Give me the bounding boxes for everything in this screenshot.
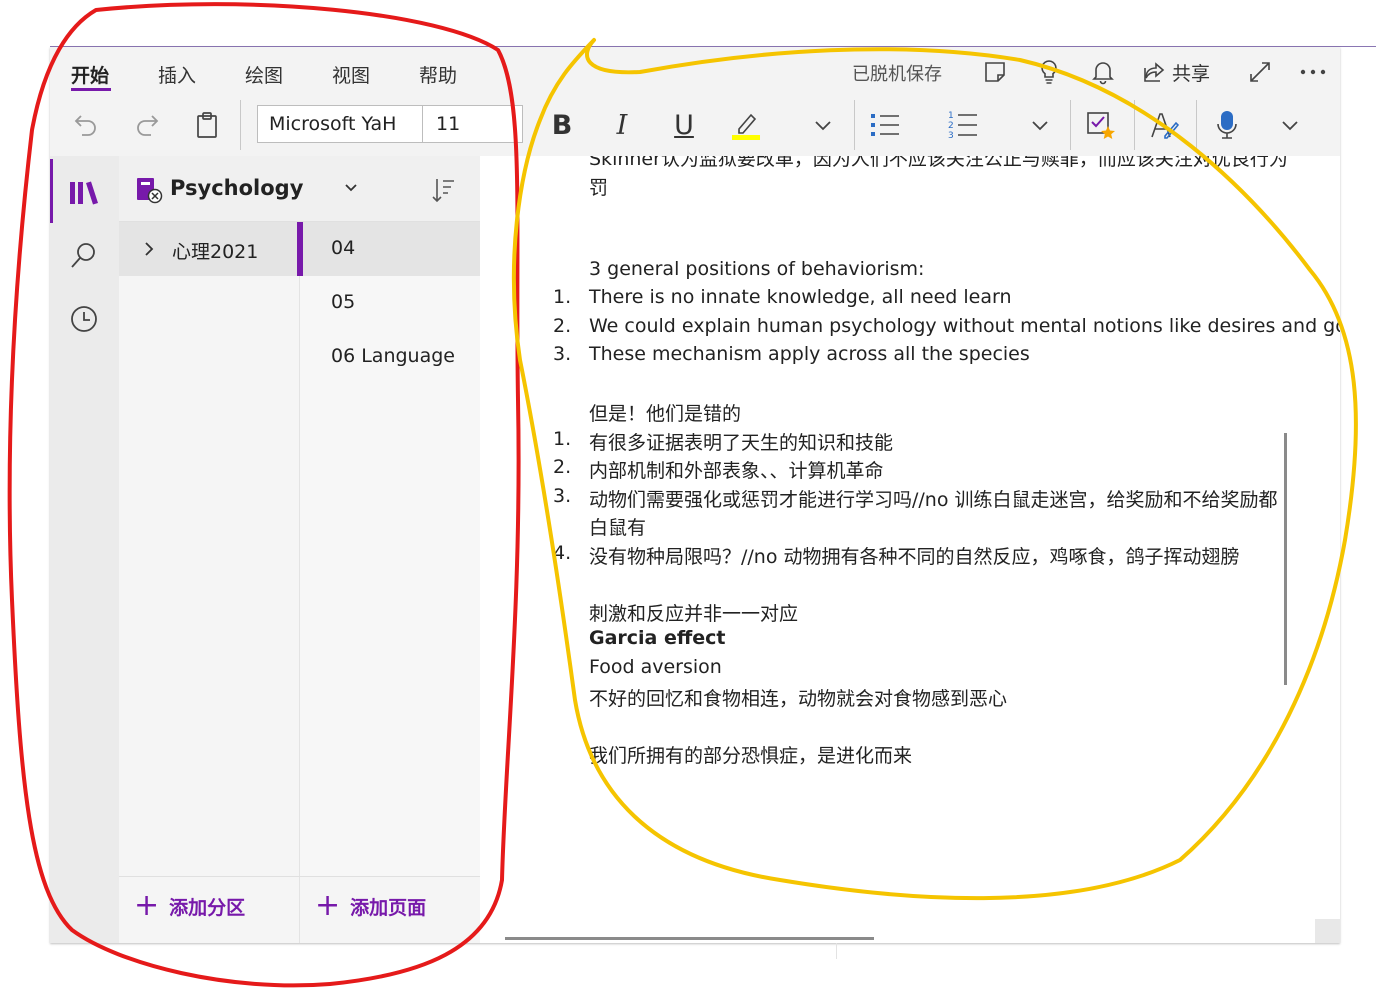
nav-rail	[50, 156, 119, 943]
chevron-down-icon[interactable]	[810, 113, 836, 139]
page-label: 04	[331, 237, 356, 259]
add-section-button[interactable]: + 添加分区	[134, 891, 245, 921]
section-item[interactable]: 心理2021	[119, 222, 300, 276]
undo-icon[interactable]	[70, 109, 102, 141]
page-label: 06 Language	[331, 345, 455, 367]
expand-icon[interactable]	[1245, 57, 1275, 87]
note-line[interactable]: 3 general positions of behaviorism:	[589, 258, 924, 280]
chevron-down-icon[interactable]	[1027, 113, 1053, 139]
add-section-label: 添加分区	[169, 896, 246, 919]
list-item[interactable]: 内部机制和外部表象、、计算机革命	[589, 456, 884, 483]
section-label: 心理2021	[172, 241, 259, 263]
chevron-down-icon[interactable]	[343, 180, 359, 196]
toolbar-separator	[1134, 100, 1135, 150]
notebook-icon	[135, 176, 163, 204]
svg-text:1: 1	[948, 111, 954, 121]
sticky-notes-icon[interactable]	[980, 57, 1010, 87]
divider	[299, 877, 300, 943]
font-name-field[interactable]: Microsoft YaH	[257, 105, 423, 143]
styles-icon[interactable]	[1147, 107, 1181, 143]
add-page-label: 添加页面	[350, 896, 427, 919]
list-item[interactable]: 没有物种局限吗？//no 动物拥有各种不同的自然反应，鸡啄食，鸽子挥动翅膀	[589, 542, 1240, 569]
svg-text:3: 3	[948, 131, 954, 140]
list-number: 2.	[553, 315, 572, 337]
list-number: 4.	[553, 542, 572, 564]
toolbar-separator	[854, 100, 855, 150]
add-page-button[interactable]: + 添加页面	[315, 891, 426, 921]
underline-button[interactable]: U	[669, 107, 699, 143]
paste-icon[interactable]	[191, 108, 223, 142]
list-item[interactable]: 有很多证据表明了天生的知识和技能	[589, 428, 893, 455]
notebook-header[interactable]: Psychology	[119, 156, 480, 222]
page-active-indicator	[300, 222, 303, 276]
list-item[interactable]: 动物们需要强化或惩罚才能进行学习吗//no 训练白鼠走迷宫，给奖励和不给奖励都	[589, 485, 1278, 512]
active-tab-indicator	[71, 88, 111, 91]
microphone-icon[interactable]	[1210, 107, 1244, 143]
plus-icon: +	[315, 888, 341, 923]
more-options-icon[interactable]	[1298, 57, 1328, 87]
note-line[interactable]: Garcia effect	[589, 627, 726, 649]
page-label: 05	[331, 291, 356, 313]
ribbon: 开始 插入 绘图 视图 帮助 已脱机保存 共享 Microsoft YaH 11…	[50, 47, 1340, 156]
tab-home[interactable]: 开始	[71, 61, 109, 88]
background-line	[836, 943, 837, 959]
chevron-right-icon[interactable]	[141, 239, 157, 259]
share-button[interactable]: 共享	[1142, 57, 1210, 87]
note-line[interactable]: 不好的回忆和食物相连，动物就会对食物感到恶心	[589, 684, 1007, 711]
tab-help[interactable]: 帮助	[419, 61, 457, 88]
note-line[interactable]: 我们所拥有的部分恐惧症，是进化而来	[589, 741, 912, 768]
list-item[interactable]: We could explain human psychology withou…	[589, 315, 1340, 337]
save-status: 已脱机保存	[852, 64, 942, 85]
page-item-06-language[interactable]: 06 Language	[300, 330, 480, 384]
list-number: 2.	[553, 456, 572, 478]
list-item[interactable]: These mechanism apply across all the spe…	[589, 343, 1030, 365]
notebooks-icon[interactable]	[67, 176, 101, 210]
page-item-05[interactable]: 05	[300, 276, 480, 330]
list-number: 3.	[553, 485, 572, 507]
tag-todo-icon[interactable]	[1084, 107, 1118, 143]
tab-draw[interactable]: 绘图	[245, 61, 283, 88]
plus-icon: +	[134, 888, 160, 923]
page-item-04[interactable]: 04	[300, 222, 480, 276]
bold-button[interactable]: B	[547, 107, 577, 143]
lightbulb-icon[interactable]	[1034, 57, 1064, 87]
note-line[interactable]: 刺激和反应并非一一对应	[589, 599, 798, 626]
font-size-field[interactable]: 11	[423, 105, 523, 143]
list-number: 1.	[553, 286, 572, 308]
list-item[interactable]: There is no innate knowledge, all need l…	[589, 286, 1012, 308]
recent-clock-icon[interactable]	[67, 302, 101, 336]
redo-icon[interactable]	[131, 109, 163, 141]
italic-button[interactable]: I	[607, 107, 637, 143]
tab-insert[interactable]: 插入	[158, 61, 196, 88]
svg-text:2: 2	[948, 121, 954, 131]
note-line[interactable]: Food aversion	[589, 656, 722, 678]
notebook-name: Psychology	[170, 176, 304, 200]
search-icon[interactable]	[67, 238, 101, 272]
toolbar-separator	[240, 100, 241, 150]
list-number: 1.	[553, 428, 572, 450]
chevron-down-icon[interactable]	[1277, 113, 1303, 139]
note-line[interactable]: Skinner认为监狱要改革，因为人们不应该关注公正与赎罪，而应该关注对优良行为	[589, 156, 1288, 171]
bell-icon[interactable]	[1088, 57, 1118, 87]
numbered-list-icon[interactable]: 123	[946, 107, 980, 143]
highlight-icon[interactable]	[729, 107, 763, 143]
horizontal-scrollbar[interactable]	[505, 937, 874, 940]
onenote-window: 开始 插入 绘图 视图 帮助 已脱机保存 共享 Microsoft YaH 11…	[50, 47, 1340, 943]
toolbar-separator	[1070, 100, 1071, 150]
sort-icon[interactable]	[429, 176, 457, 204]
note-line[interactable]: 罚	[589, 173, 608, 200]
add-bar: + 添加分区 + 添加页面	[119, 876, 480, 943]
rail-active-indicator	[50, 159, 53, 223]
bullet-list-icon[interactable]	[868, 107, 902, 143]
share-label: 共享	[1172, 62, 1211, 85]
share-icon	[1144, 62, 1165, 82]
note-canvas[interactable]: Skinner认为监狱要改革，因为人们不应该关注公正与赎罪，而应该关注对优良行为…	[480, 156, 1340, 943]
tab-view[interactable]: 视图	[332, 61, 370, 88]
vertical-scrollbar[interactable]	[1284, 433, 1287, 685]
toolbar-separator	[1196, 100, 1197, 150]
note-line[interactable]: 但是！他们是错的	[589, 399, 741, 426]
list-item-continuation[interactable]: 白鼠有	[589, 513, 646, 540]
list-number: 3.	[553, 343, 572, 365]
scroll-corner	[1315, 919, 1340, 943]
